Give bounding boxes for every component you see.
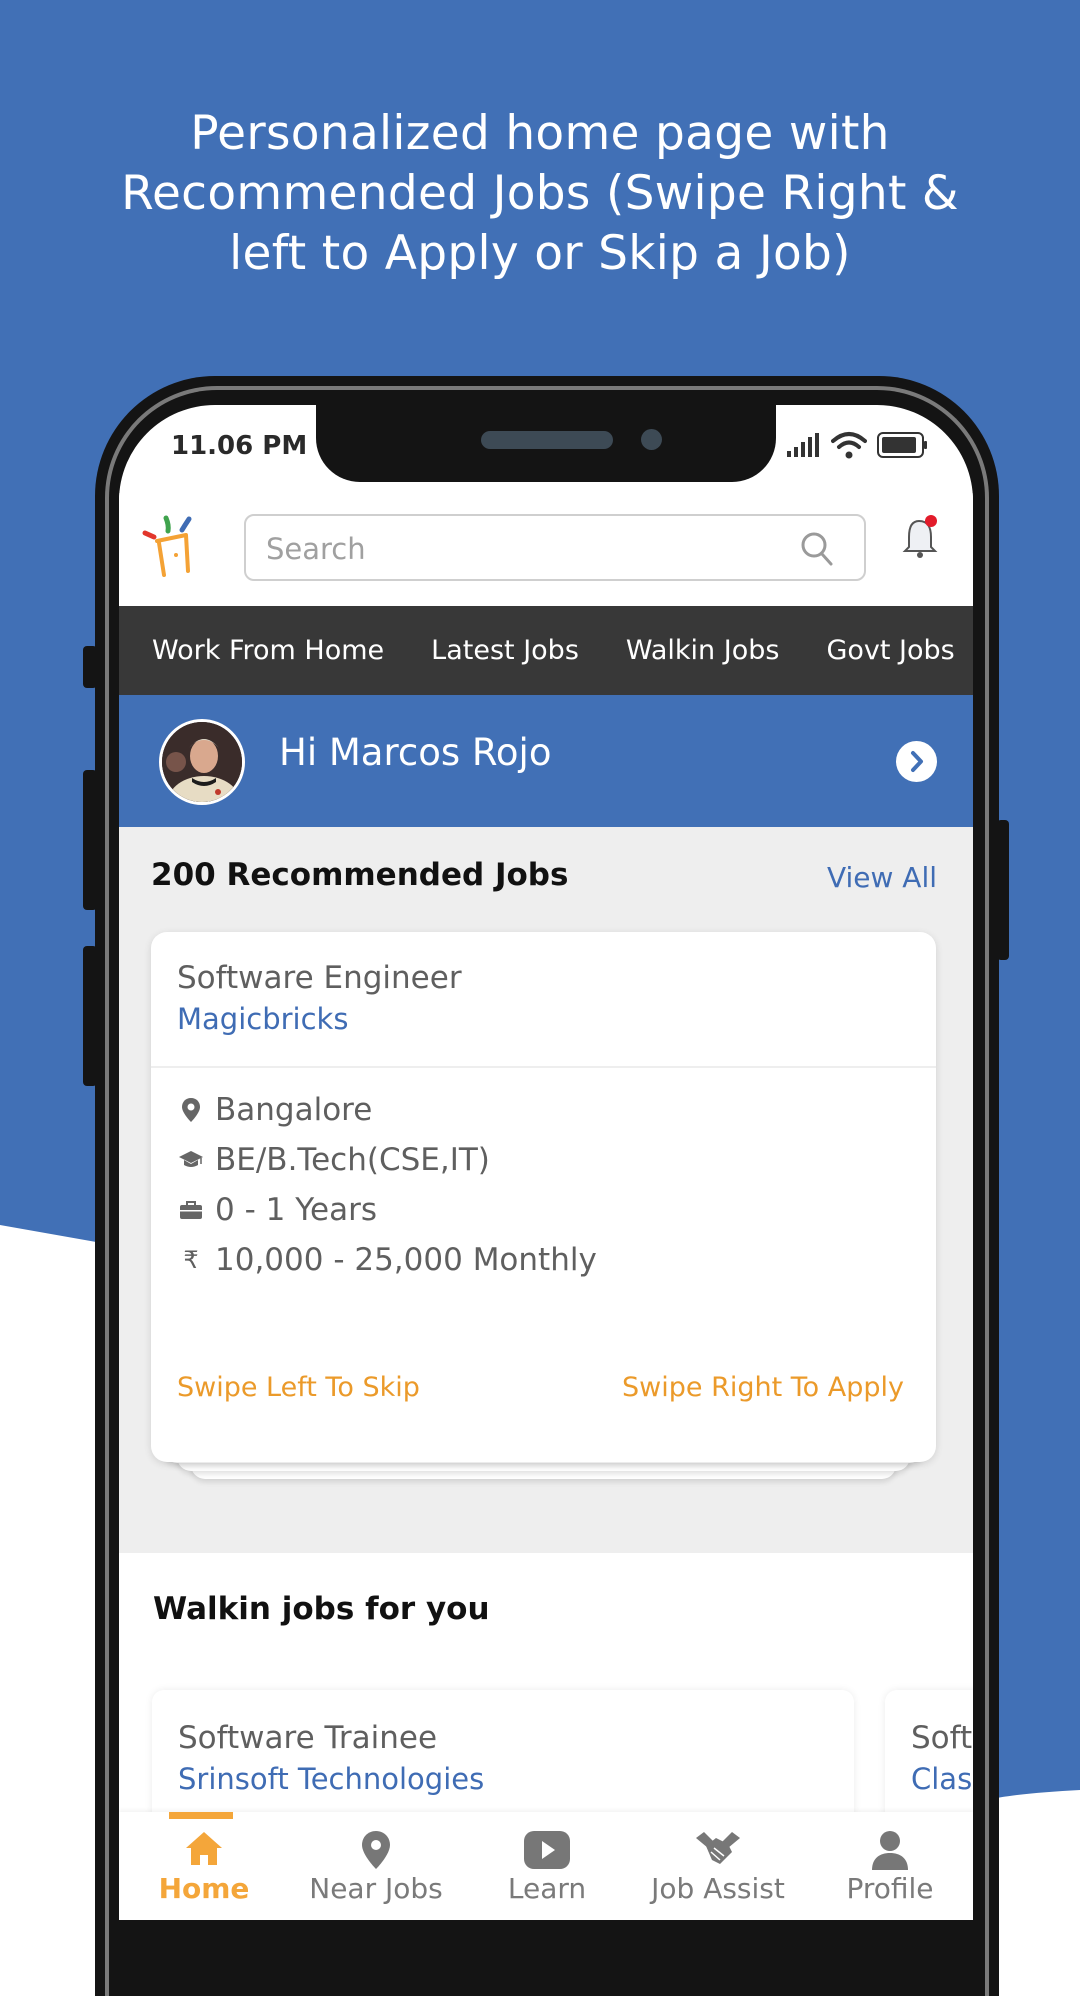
search-field[interactable] bbox=[244, 514, 866, 581]
phone-screen: 11.06 PM Search Work From Home Latest Jo… bbox=[119, 405, 973, 1920]
job-company[interactable]: Magicbricks bbox=[177, 1002, 348, 1036]
phone-side-button bbox=[83, 770, 97, 910]
search-input[interactable] bbox=[264, 516, 788, 581]
briefcase-icon bbox=[180, 1201, 202, 1219]
job-location: Bangalore bbox=[177, 1092, 372, 1128]
speaker-grille bbox=[481, 431, 613, 449]
recommended-title: 200 Recommended Jobs bbox=[151, 857, 569, 893]
walkin-job-title: Software Trainee bbox=[178, 1720, 438, 1756]
swipe-right-hint[interactable]: Swipe Right To Apply bbox=[622, 1372, 904, 1403]
job-card[interactable]: Software Engineer Magicbricks Bangalore … bbox=[151, 932, 936, 1462]
nav-learn[interactable]: Learn bbox=[462, 1812, 632, 1920]
tab-govt-jobs[interactable]: Govt Jobs bbox=[826, 606, 954, 695]
phone-notch bbox=[316, 405, 776, 482]
search-icon[interactable] bbox=[800, 531, 834, 567]
view-all-link[interactable]: View All bbox=[827, 861, 937, 894]
battery-icon bbox=[877, 432, 927, 458]
rupee-icon: ₹ bbox=[183, 1246, 199, 1274]
job-experience-text: 0 - 1 Years bbox=[215, 1192, 377, 1228]
nav-job-assist[interactable]: Job Assist bbox=[633, 1812, 803, 1920]
map-pin-icon bbox=[362, 1831, 390, 1869]
play-icon bbox=[524, 1831, 570, 1869]
front-camera bbox=[641, 429, 662, 450]
promo-title-line: Recommended Jobs (Swipe Right & bbox=[121, 166, 959, 221]
promo-title-line: Personalized home page with bbox=[190, 106, 890, 161]
tab-latest-jobs[interactable]: Latest Jobs bbox=[431, 606, 579, 695]
job-qualification-text: BE/B.Tech(CSE,IT) bbox=[215, 1142, 490, 1178]
job-salary-text: 10,000 - 25,000 Monthly bbox=[215, 1242, 597, 1278]
notification-dot bbox=[925, 515, 937, 527]
job-title: Software Engineer bbox=[177, 960, 462, 996]
phone-side-button bbox=[83, 646, 97, 688]
bell-icon[interactable] bbox=[901, 513, 941, 561]
nav-home[interactable]: Home bbox=[119, 1812, 289, 1920]
nav-label: Home bbox=[158, 1872, 250, 1905]
nav-label: Learn bbox=[507, 1872, 587, 1905]
user-icon bbox=[872, 1831, 908, 1870]
phone-side-button bbox=[83, 946, 97, 1086]
bottom-nav: Home Near Jobs Learn Job Assist Profile bbox=[119, 1812, 973, 1920]
promo-title-line: left to Apply or Skip a Job) bbox=[229, 226, 851, 281]
tab-walkin-jobs[interactable]: Walkin Jobs bbox=[626, 606, 780, 695]
recommended-section: 200 Recommended Jobs View All Software E… bbox=[119, 827, 973, 1553]
home-icon bbox=[186, 1832, 222, 1865]
avatar[interactable] bbox=[159, 719, 245, 805]
app-logo[interactable] bbox=[141, 513, 203, 579]
greeting-arrow-button[interactable] bbox=[896, 741, 937, 782]
status-time: 11.06 PM bbox=[171, 431, 308, 461]
job-location-text: Bangalore bbox=[215, 1092, 373, 1128]
chevron-right-icon bbox=[911, 751, 923, 772]
swipe-left-hint[interactable]: Swipe Left To Skip bbox=[177, 1372, 420, 1403]
walkin-title: Walkin jobs for you bbox=[153, 1591, 490, 1627]
walkin-job-title: Software bbox=[911, 1720, 973, 1756]
phone-side-button bbox=[997, 820, 1009, 960]
signal-icon bbox=[787, 433, 819, 457]
nav-near-jobs[interactable]: Near Jobs bbox=[291, 1812, 461, 1920]
job-qualification: BE/B.Tech(CSE,IT) bbox=[177, 1142, 490, 1178]
walkin-job-card[interactable]: Software Trainee Srinsoft Technologies bbox=[152, 1690, 854, 1830]
promo-title: Personalized home page with Recommended … bbox=[40, 104, 1040, 284]
greeting-text: Hi Marcos Rojo bbox=[279, 731, 552, 774]
graduation-cap-icon bbox=[179, 1151, 203, 1167]
walkin-job-card[interactable]: Software Clas bbox=[885, 1690, 973, 1830]
card-divider bbox=[151, 1066, 936, 1068]
wifi-icon bbox=[831, 432, 867, 459]
job-experience: 0 - 1 Years bbox=[177, 1192, 377, 1228]
walkin-job-company[interactable]: Srinsoft Technologies bbox=[178, 1762, 484, 1796]
greeting-banner[interactable]: Hi Marcos Rojo bbox=[119, 695, 973, 827]
status-icons bbox=[787, 431, 929, 459]
nav-profile[interactable]: Profile bbox=[805, 1812, 973, 1920]
nav-label: Profile bbox=[846, 1872, 934, 1905]
avatar-photo bbox=[162, 722, 242, 802]
job-salary: ₹ 10,000 - 25,000 Monthly bbox=[177, 1242, 597, 1278]
walkin-job-company[interactable]: Clas bbox=[911, 1762, 972, 1796]
tab-work-from-home[interactable]: Work From Home bbox=[152, 606, 384, 695]
handshake-icon bbox=[696, 1832, 740, 1864]
nav-label: Job Assist bbox=[651, 1872, 785, 1905]
nav-label: Near Jobs bbox=[309, 1872, 443, 1905]
map-pin-icon bbox=[182, 1098, 200, 1122]
category-tabs: Work From Home Latest Jobs Walkin Jobs Govt… bbox=[119, 606, 973, 695]
app-header bbox=[119, 493, 973, 606]
